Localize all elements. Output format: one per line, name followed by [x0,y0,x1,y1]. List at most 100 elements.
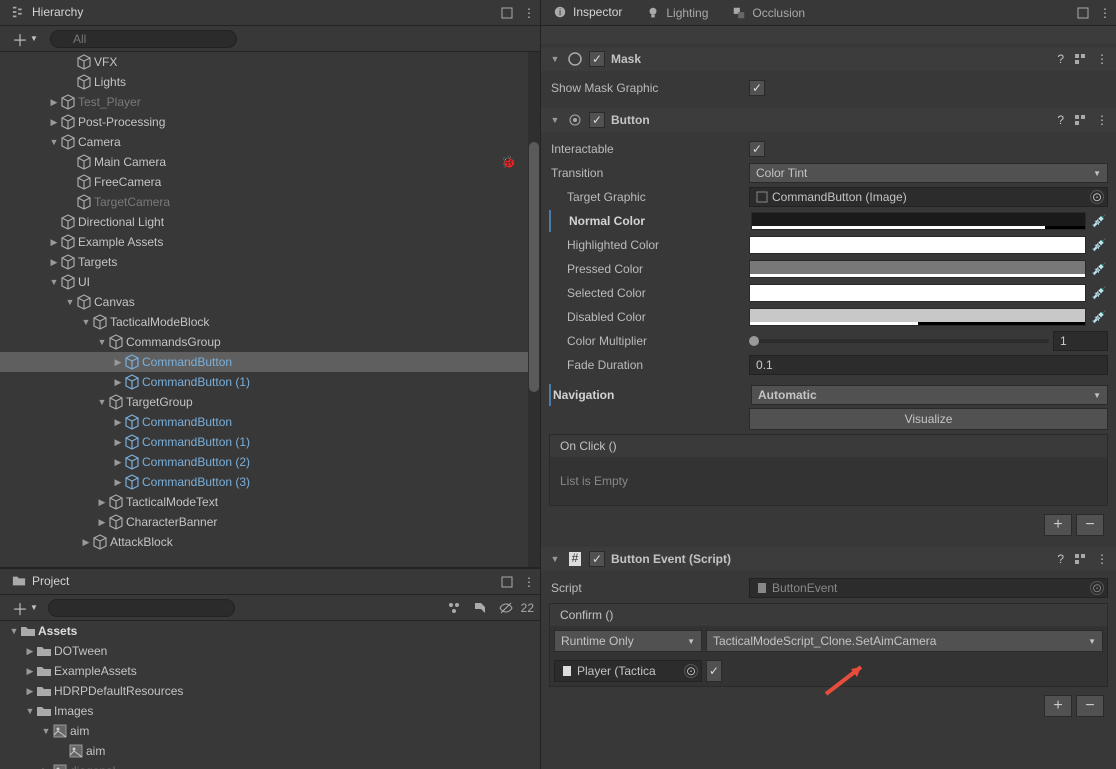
hierarchy-item[interactable]: TargetCamera [0,192,540,212]
event-bool-arg-checkbox[interactable]: ✓ [706,660,722,682]
project-tree[interactable]: ▼Assets▶DOTween▶ExampleAssets▶HDRPDefaul… [0,621,540,769]
method-dropdown[interactable]: TacticalModeScript_Clone.SetAimCamera▼ [706,630,1103,652]
target-graphic-field[interactable]: CommandButton (Image)⊙ [749,187,1108,207]
tab-project[interactable]: Project [0,570,81,594]
foldout-icon[interactable]: ▶ [48,97,60,108]
create-button[interactable]: ＋▼ [6,25,44,53]
show-mask-graphic-checkbox[interactable]: ✓ [749,80,765,96]
foldout-icon[interactable]: ▶ [24,646,36,657]
script-enabled-checkbox[interactable]: ✓ [589,551,605,567]
buttonevent-component-header[interactable]: ▼ # ✓ Button Event (Script) ? ⋮ [541,547,1116,571]
project-item[interactable]: ▼Assets [0,621,540,641]
hierarchy-item[interactable]: ▼Canvas [0,292,540,312]
foldout-icon[interactable]: ▼ [549,554,561,564]
foldout-icon[interactable]: ▼ [64,297,76,307]
hierarchy-search-input[interactable] [50,30,237,48]
filter-by-label[interactable] [469,599,491,617]
runtime-dropdown[interactable]: Runtime Only▼ [554,630,702,652]
foldout-icon[interactable]: ▶ [112,357,124,368]
hierarchy-item[interactable]: FreeCamera [0,172,540,192]
highlighted-color-swatch[interactable] [749,236,1086,254]
project-item[interactable]: ▼Images [0,701,540,721]
hierarchy-item[interactable]: ▼Camera [0,132,540,152]
detach-button[interactable] [496,573,518,591]
help-icon[interactable]: ? [1057,552,1064,566]
hierarchy-item[interactable]: ▶Test_Player [0,92,540,112]
eyedropper-icon[interactable]: 💉 [1090,308,1108,326]
foldout-icon[interactable]: ▶ [112,377,124,388]
foldout-icon[interactable]: ▶ [96,517,108,528]
tab-lighting[interactable]: Lighting [634,2,720,24]
panel-menu[interactable]: ⋮ [518,4,540,22]
interactable-checkbox[interactable]: ✓ [749,141,765,157]
foldout-icon[interactable]: ▶ [80,537,92,548]
event-target-field[interactable]: Player (Tactica⊙ [554,660,702,682]
foldout-icon[interactable]: ▶ [48,117,60,128]
fade-duration-input[interactable]: 0.1 [749,355,1108,375]
object-picker-icon[interactable]: ⊙ [1090,190,1104,204]
panel-menu[interactable]: ⋮ [518,573,540,591]
remove-confirm-listener-button[interactable]: − [1076,695,1104,717]
mask-component-header[interactable]: ▼ ✓ Mask ? ⋮ [541,47,1116,71]
hierarchy-item[interactable]: ▶CommandButton (2)› [0,452,540,472]
foldout-icon[interactable]: ▼ [549,115,561,125]
hierarchy-item[interactable]: ▼CommandsGroup [0,332,540,352]
foldout-icon[interactable]: ▶ [112,437,124,448]
hierarchy-item[interactable]: ▶Example Assets [0,232,540,252]
hidden-toggle[interactable] [495,599,517,617]
foldout-icon[interactable]: ▶ [112,417,124,428]
transition-dropdown[interactable]: Color Tint▼ [749,163,1108,183]
hierarchy-item[interactable]: ▶CommandButton (1)› [0,432,540,452]
preset-icon[interactable] [1074,553,1086,565]
project-item[interactable]: ▶HDRPDefaultResources [0,681,540,701]
add-confirm-listener-button[interactable]: + [1044,695,1072,717]
tab-occlusion[interactable]: Occlusion [720,2,817,24]
detach-button[interactable] [1072,4,1094,22]
project-item[interactable]: aim [0,741,540,761]
help-icon[interactable]: ? [1057,52,1064,66]
foldout-icon[interactable]: ▶ [40,766,52,769]
foldout-icon[interactable]: ▶ [112,477,124,488]
foldout-icon[interactable]: ▼ [549,54,561,64]
tab-hierarchy[interactable]: Hierarchy [0,1,95,25]
object-picker-icon[interactable]: ⊙ [684,664,698,678]
foldout-icon[interactable]: ▶ [112,457,124,468]
project-item[interactable]: ▶DOTween [0,641,540,661]
add-listener-button[interactable]: + [1044,514,1072,536]
project-item[interactable]: ▼aim [0,721,540,741]
navigation-dropdown[interactable]: Automatic▼ [751,385,1108,405]
eyedropper-icon[interactable]: 💉 [1090,212,1108,230]
foldout-icon[interactable]: ▶ [24,686,36,697]
project-item[interactable]: ▶diagonal [0,761,540,769]
foldout-icon[interactable]: ▼ [96,397,108,407]
component-menu[interactable]: ⋮ [1096,552,1108,566]
detach-button[interactable] [496,4,518,22]
tab-inspector[interactable]: i Inspector [541,1,634,25]
hierarchy-tree[interactable]: VFXLights▶Test_Player▶Post-Processing▼Ca… [0,52,540,567]
project-search-input[interactable] [48,599,235,617]
project-item[interactable]: ▶ExampleAssets [0,661,540,681]
foldout-icon[interactable]: ▼ [40,726,52,736]
hierarchy-item[interactable]: Lights [0,72,540,92]
hierarchy-item[interactable]: ▶TacticalModeText [0,492,540,512]
hierarchy-item[interactable]: ▶Post-Processing [0,112,540,132]
hierarchy-item[interactable]: ▼TargetGroup [0,392,540,412]
object-picker-icon[interactable]: ⊙ [1090,581,1104,595]
hierarchy-item[interactable]: ▶CharacterBanner [0,512,540,532]
hierarchy-item[interactable]: ▶AttackBlock [0,532,540,552]
preset-icon[interactable] [1074,114,1086,126]
foldout-icon[interactable]: ▶ [24,666,36,677]
filter-by-type[interactable] [443,599,465,617]
hierarchy-item[interactable]: ▼UI [0,272,540,292]
hierarchy-item[interactable]: ▶CommandButton (3)› [0,472,540,492]
hierarchy-item[interactable]: ▶CommandButton› [0,412,540,432]
color-multiplier-input[interactable]: 1 [1053,331,1108,351]
foldout-icon[interactable]: ▶ [48,237,60,248]
foldout-icon[interactable]: ▼ [8,626,20,636]
foldout-icon[interactable]: ▼ [80,317,92,327]
foldout-icon[interactable]: ▼ [48,277,60,287]
pressed-color-swatch[interactable] [749,260,1086,278]
foldout-icon[interactable]: ▶ [96,497,108,508]
foldout-icon[interactable]: ▼ [96,337,108,347]
hierarchy-item[interactable]: Main Camera🐞 [0,152,540,172]
